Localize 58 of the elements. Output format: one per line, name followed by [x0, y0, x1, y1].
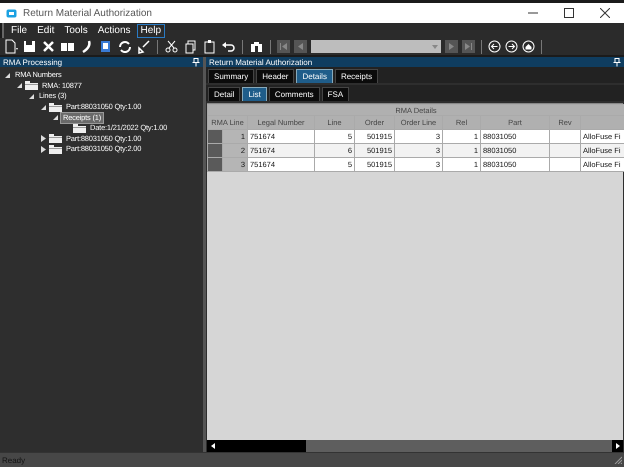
scroll-right-button[interactable] [612, 440, 623, 452]
table-cell [550, 158, 580, 172]
paste-icon[interactable] [202, 39, 217, 54]
document-icon[interactable] [98, 39, 113, 54]
tab[interactable]: FSA [322, 87, 350, 101]
scroll-thumb[interactable] [218, 440, 306, 452]
caret-icon [432, 44, 438, 48]
menu-item[interactable]: Edit [33, 24, 58, 38]
row-selector[interactable] [208, 158, 222, 172]
right-triangle-icon [447, 42, 456, 51]
window-title: Return Material Authorization [23, 8, 153, 18]
skip-to-end-icon [464, 42, 473, 51]
tab[interactable]: Comments [268, 87, 320, 101]
tab[interactable]: Summary [208, 69, 254, 83]
home-icon[interactable] [522, 40, 535, 53]
table-cell [550, 130, 580, 144]
scroll-left-button[interactable] [207, 440, 218, 452]
horizontal-scrollbar[interactable] [207, 440, 623, 452]
collapse-arrow-icon[interactable] [16, 82, 23, 90]
tab[interactable]: Receipts [334, 69, 378, 83]
resize-grip-icon[interactable] [614, 456, 622, 464]
refresh-icon[interactable] [117, 39, 132, 54]
tab[interactable]: Details [296, 69, 333, 83]
skip-to-start-icon [279, 42, 288, 51]
pin-icon[interactable] [192, 58, 200, 66]
row-selector[interactable] [208, 144, 222, 158]
tab[interactable]: List [242, 87, 267, 101]
collapse-arrow-icon[interactable] [52, 114, 59, 122]
expand-arrow-icon[interactable] [40, 135, 47, 142]
panel-title: RMA Processing [3, 58, 62, 66]
save-icon[interactable] [22, 39, 37, 54]
row-selector[interactable] [208, 130, 222, 144]
menu-item[interactable]: Actions [94, 24, 135, 38]
expand-arrow-icon[interactable] [40, 146, 47, 153]
right-triangle-icon [616, 443, 620, 449]
app-icon [6, 8, 17, 18]
menu-item[interactable]: File [7, 24, 32, 38]
pin-icon[interactable] [613, 58, 621, 66]
forward-icon[interactable] [505, 40, 518, 53]
left-triangle-icon [210, 443, 214, 449]
collapse-arrow-icon[interactable] [40, 104, 47, 111]
new-document-icon[interactable] [3, 39, 18, 54]
panel-title: Return Material Authorization [209, 58, 312, 66]
undo-icon[interactable] [221, 39, 236, 54]
menu-item[interactable]: Tools [60, 24, 92, 38]
left-triangle-icon [296, 42, 305, 51]
copy-icon[interactable] [183, 39, 198, 54]
back-icon[interactable] [488, 40, 501, 53]
tab[interactable]: Detail [208, 87, 240, 101]
close-icon[interactable] [600, 8, 610, 18]
delete-icon[interactable] [41, 39, 56, 54]
menu-item[interactable]: Help [136, 24, 166, 38]
tab[interactable]: Header [256, 69, 294, 83]
collapse-arrow-icon[interactable] [4, 72, 11, 79]
collapse-arrow-icon[interactable] [28, 92, 35, 100]
cut-icon[interactable] [164, 39, 179, 54]
maximize-icon[interactable] [564, 8, 574, 18]
table-cell [550, 144, 580, 158]
